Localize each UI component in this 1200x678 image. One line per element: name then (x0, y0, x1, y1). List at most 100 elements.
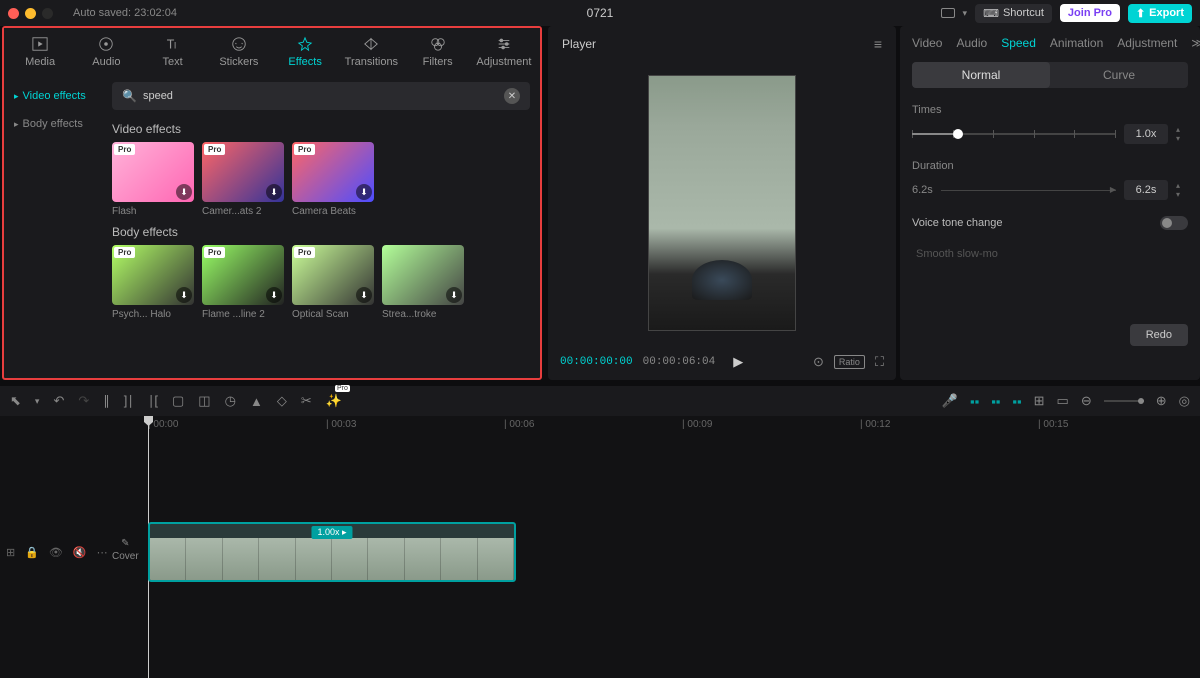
tab-adjustment[interactable]: Adjustment (474, 32, 534, 72)
thumb-name: Strea...troke (382, 309, 464, 320)
select-dropdown[interactable]: ▾ (35, 396, 40, 407)
insp-tab-audio[interactable]: Audio (956, 36, 987, 50)
thumb-name: Camer...ats 2 (202, 206, 284, 217)
undo-button[interactable]: ↶ (53, 393, 64, 409)
crop2-tool[interactable]: ✂ (301, 393, 312, 409)
search-input[interactable] (143, 90, 498, 102)
duration-start: 6.2s (912, 184, 933, 196)
play-button[interactable]: ▶ (733, 354, 743, 370)
clear-search-icon[interactable]: ✕ (504, 88, 520, 104)
minimize-window[interactable] (25, 8, 36, 19)
magnet-aux2-icon[interactable]: ▪▪ (1012, 394, 1021, 409)
duration-value[interactable]: 6.2s (1124, 180, 1168, 200)
insp-scroll-icon[interactable]: ≫ (1191, 36, 1200, 50)
zoom-slider[interactable] (1104, 400, 1144, 402)
close-window[interactable] (8, 8, 19, 19)
timeline[interactable]: | 00:00| 00:03| 00:06| 00:09| 00:12| 00:… (0, 416, 1200, 678)
clip-speed-label: 1.00x ▸ (311, 526, 352, 539)
mirror-tool[interactable]: ▲ (250, 394, 263, 409)
mic-icon[interactable]: 🎤 (942, 393, 958, 409)
redo-button[interactable]: Redo (1130, 324, 1188, 346)
effect-thumb[interactable]: Pro⬇Flame ...line 2 (202, 245, 284, 320)
maximize-window[interactable] (42, 8, 53, 19)
rotate-tool[interactable]: ◇ (277, 393, 287, 409)
shortcut-button[interactable]: ⌨Shortcut (975, 4, 1052, 23)
current-time: 00:00:00:00 (560, 356, 633, 368)
crop-tool[interactable]: ◫ (198, 393, 210, 409)
autosave-status: Auto saved: 23:02:04 (73, 7, 177, 19)
split-tool[interactable]: ∥ (103, 393, 110, 409)
magnet-main-icon[interactable]: ▪▪ (970, 394, 979, 409)
player-title: Player (562, 37, 596, 51)
insp-tab-adjustment[interactable]: Adjustment (1117, 36, 1177, 50)
track-eye-icon[interactable]: 👁 (49, 546, 63, 559)
cover-button[interactable]: ✎ Cover (112, 538, 139, 562)
project-title: 0721 (587, 6, 614, 20)
effect-thumb[interactable]: ⬇Strea...troke (382, 245, 464, 320)
track-mute-icon[interactable]: 🔇 (73, 546, 87, 559)
aspect-ratio-icon[interactable] (941, 8, 955, 18)
effect-thumb[interactable]: Pro⬇Camer...ats 2 (202, 142, 284, 217)
times-label: Times (912, 104, 1188, 116)
insp-tab-speed[interactable]: Speed (1001, 36, 1036, 50)
preview-area[interactable] (548, 62, 896, 344)
insp-tab-animation[interactable]: Animation (1050, 36, 1103, 50)
export-button[interactable]: ⬆Export (1128, 4, 1192, 23)
magnet-aux-icon[interactable]: ▪▪ (991, 394, 1000, 409)
insp-tab-video[interactable]: Video (912, 36, 942, 50)
ruler-mark: | 00:06 (504, 419, 534, 430)
duration-stepper[interactable]: ▴▾ (1176, 181, 1188, 199)
track-add-icon[interactable]: ⊞ (6, 546, 15, 559)
tab-effects[interactable]: Effects (275, 32, 335, 72)
tab-filters[interactable]: Filters (408, 32, 468, 72)
trim-right-tool[interactable]: ∣[ (148, 393, 158, 409)
effect-thumb[interactable]: Pro⬇Psych... Halo (112, 245, 194, 320)
search-box[interactable]: 🔍 ✕ (112, 82, 530, 110)
thumb-name: Psych... Halo (112, 309, 194, 320)
link-tool[interactable]: ⊞ (1034, 393, 1045, 409)
ruler-mark: | 00:15 (1038, 419, 1068, 430)
trim-left-tool[interactable]: ]∣ (124, 393, 134, 409)
compare-icon[interactable]: ⊙ (813, 354, 824, 370)
sidebar-item-body-effects[interactable]: Body effects (4, 110, 102, 138)
delete-tool[interactable]: ▢ (172, 393, 184, 409)
times-value[interactable]: 1.0x (1124, 124, 1168, 144)
tab-transitions[interactable]: Transitions (341, 32, 401, 72)
fullscreen-icon[interactable]: ⛶ (875, 354, 884, 370)
tab-stickers[interactable]: Stickers (209, 32, 269, 72)
join-pro-button[interactable]: Join Pro (1060, 4, 1120, 22)
effect-thumb[interactable]: Pro⬇Flash (112, 142, 194, 217)
tab-text[interactable]: TIText (143, 32, 203, 72)
times-stepper[interactable]: ▴▾ (1176, 125, 1188, 143)
sidebar-item-video-effects[interactable]: Video effects (4, 82, 102, 110)
video-effects-label: Video effects (112, 122, 530, 136)
ratio-button[interactable]: Ratio (834, 355, 865, 369)
seg-curve[interactable]: Curve (1050, 62, 1188, 88)
duration-label: Duration (912, 160, 1188, 172)
times-slider[interactable] (912, 133, 1116, 135)
speed-tool[interactable]: ◷ (225, 393, 236, 409)
seg-normal[interactable]: Normal (912, 62, 1050, 88)
search-icon: 🔍 (122, 89, 137, 103)
effect-thumb[interactable]: Pro⬇Optical Scan (292, 245, 374, 320)
track-lock-icon[interactable]: 🔒 (25, 546, 39, 559)
inspector-panel: Video Audio Speed Animation Adjustment ≫… (900, 26, 1200, 380)
zoom-in-icon[interactable]: ⊕ (1156, 393, 1167, 409)
aspect-dropdown-icon[interactable]: ▾ (963, 8, 968, 19)
edit-icon: ✎ (121, 538, 129, 549)
zoom-out-icon[interactable]: ⊖ (1081, 393, 1092, 409)
fit-tool[interactable]: ◎ (1179, 393, 1190, 409)
tab-media[interactable]: Media (10, 32, 70, 72)
tab-audio[interactable]: Audio (76, 32, 136, 72)
pip-tool[interactable]: ▭ (1057, 393, 1069, 409)
thumb-name: Flame ...line 2 (202, 309, 284, 320)
effect-thumb[interactable]: Pro⬇Camera Beats (292, 142, 374, 217)
select-tool[interactable]: ⬉ (10, 393, 21, 409)
thumb-name: Optical Scan (292, 309, 374, 320)
voice-tone-toggle[interactable] (1160, 216, 1188, 230)
ai-tool[interactable]: ✨Pro (326, 393, 342, 409)
video-clip[interactable]: 1.00x ▸ (148, 522, 516, 582)
player-menu-icon[interactable]: ≡ (874, 36, 882, 52)
duration-track[interactable] (941, 190, 1116, 191)
track-more-icon[interactable]: ⋯ (97, 546, 108, 559)
